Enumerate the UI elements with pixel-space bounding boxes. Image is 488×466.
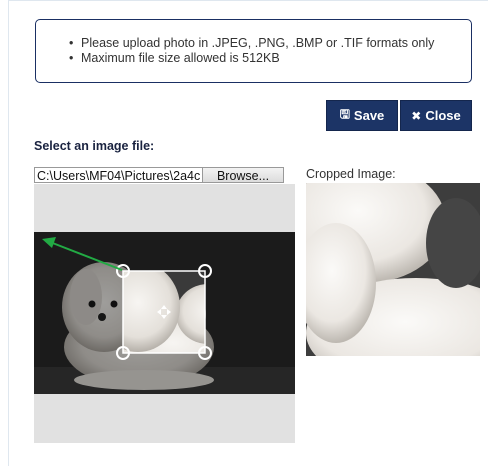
- upload-notice: Please upload photo in .JPEG, .PNG, .BMP…: [35, 19, 472, 83]
- file-path-field[interactable]: C:\Users\MF04\Pictures\2a4c: [34, 167, 202, 183]
- notice-item-size: Maximum file size allowed is 512KB: [69, 51, 471, 66]
- browse-button[interactable]: Browse...: [202, 167, 284, 183]
- close-button[interactable]: ✖ Close: [400, 100, 472, 131]
- save-button[interactable]: 🖫 Save: [326, 100, 398, 131]
- close-button-label: Close: [425, 108, 461, 123]
- cropped-image-label: Cropped Image:: [306, 167, 396, 181]
- floppy-disk-icon: 🖫: [339, 107, 350, 121]
- notice-item-formats: Please upload photo in .JPEG, .PNG, .BMP…: [69, 36, 471, 51]
- file-input[interactable]: C:\Users\MF04\Pictures\2a4c Browse...: [34, 167, 284, 183]
- annotation-arrow: [49, 241, 123, 271]
- x-icon: ✖: [411, 108, 422, 123]
- select-image-label: Select an image file:: [34, 139, 155, 153]
- annotation-arrow-head: [42, 237, 56, 248]
- save-button-label: Save: [353, 108, 385, 123]
- cropped-image-preview: [306, 183, 480, 356]
- notice-list: Please upload photo in .JPEG, .PNG, .BMP…: [36, 36, 471, 66]
- cropped-puppy-image: [306, 183, 480, 356]
- crop-canvas[interactable]: [34, 184, 295, 443]
- crop-selection-content: [123, 271, 205, 353]
- crop-overlay: [42, 237, 212, 360]
